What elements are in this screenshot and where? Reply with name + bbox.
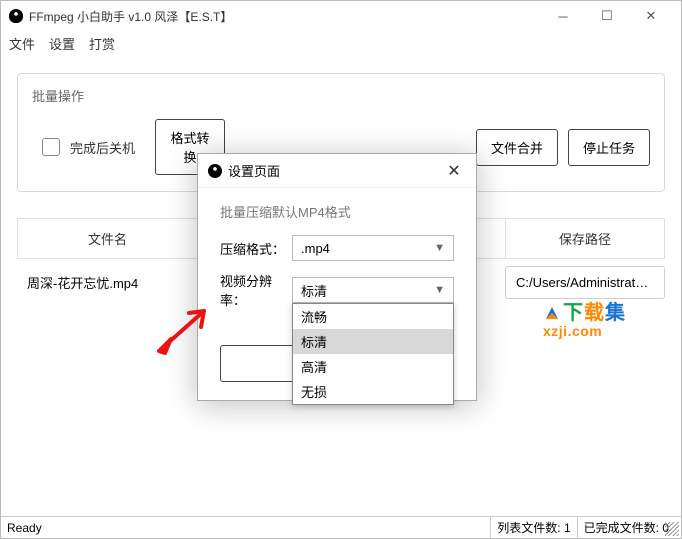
app-logo-icon bbox=[9, 9, 23, 23]
menu-donate[interactable]: 打赏 bbox=[89, 34, 115, 53]
file-merge-button[interactable]: 文件合并 bbox=[476, 129, 558, 166]
statusbar: Ready 列表文件数: 1 已完成文件数: 0 bbox=[1, 516, 681, 538]
chevron-down-icon: ▼ bbox=[434, 242, 445, 254]
status-list-count: 列表文件数: 1 bbox=[490, 517, 576, 539]
status-done-count: 已完成文件数: 0 bbox=[577, 517, 675, 539]
chevron-down-icon: ▼ bbox=[434, 284, 445, 296]
format-value: .mp4 bbox=[301, 241, 330, 256]
window-title: FFmpeg 小白助手 v1.0 风泽【E.S.T】 bbox=[29, 8, 232, 25]
shutdown-label: 完成后关机 bbox=[70, 138, 135, 157]
dialog-close-button[interactable]: ✕ bbox=[442, 161, 466, 181]
minimize-button[interactable]: ─ bbox=[541, 2, 585, 30]
format-label: 压缩格式： bbox=[220, 239, 292, 258]
menubar: 文件 设置 打赏 bbox=[1, 31, 681, 55]
menu-file[interactable]: 文件 bbox=[9, 34, 35, 53]
option-sd[interactable]: 标清 bbox=[293, 329, 453, 354]
menu-settings[interactable]: 设置 bbox=[49, 34, 75, 53]
format-select[interactable]: .mp4 ▼ bbox=[292, 235, 454, 261]
stop-task-button[interactable]: 停止任务 bbox=[568, 129, 650, 166]
resize-handle[interactable] bbox=[665, 522, 679, 536]
batch-title: 批量操作 bbox=[32, 86, 650, 105]
maximize-button[interactable]: ☐ bbox=[585, 2, 629, 30]
dialog-logo-icon bbox=[208, 164, 222, 178]
resolution-select[interactable]: 标清 ▼ 流畅 标清 高清 无损 bbox=[292, 277, 454, 303]
shutdown-checkbox[interactable] bbox=[42, 138, 60, 156]
dialog-section-title: 批量压缩默认MP4格式 bbox=[220, 202, 454, 221]
cell-filename: 周深-花开忘忧.mp4 bbox=[17, 265, 197, 300]
cell-savepath[interactable]: C:/Users/Administrator... bbox=[505, 266, 665, 299]
resolution-value: 标清 bbox=[301, 281, 327, 300]
resolution-dropdown: 流畅 标清 高清 无损 bbox=[292, 303, 454, 405]
watermark: 下载集 xzji.com bbox=[543, 296, 626, 339]
option-hd[interactable]: 高清 bbox=[293, 354, 453, 379]
settings-dialog: 设置页面 ✕ 批量压缩默认MP4格式 压缩格式： .mp4 ▼ 视频分辨率： 标… bbox=[197, 153, 477, 401]
option-fluent[interactable]: 流畅 bbox=[293, 304, 453, 329]
close-button[interactable]: ✕ bbox=[629, 2, 673, 30]
status-ready: Ready bbox=[7, 521, 42, 535]
resolution-label: 视频分辨率： bbox=[220, 271, 292, 309]
option-lossless[interactable]: 无损 bbox=[293, 379, 453, 404]
dialog-title: 设置页面 bbox=[228, 161, 280, 180]
col-savepath: 保存路径 bbox=[505, 218, 665, 259]
titlebar: FFmpeg 小白助手 v1.0 风泽【E.S.T】 ─ ☐ ✕ bbox=[1, 1, 681, 31]
watermark-icon bbox=[543, 305, 561, 323]
col-filename: 文件名 bbox=[17, 218, 197, 259]
